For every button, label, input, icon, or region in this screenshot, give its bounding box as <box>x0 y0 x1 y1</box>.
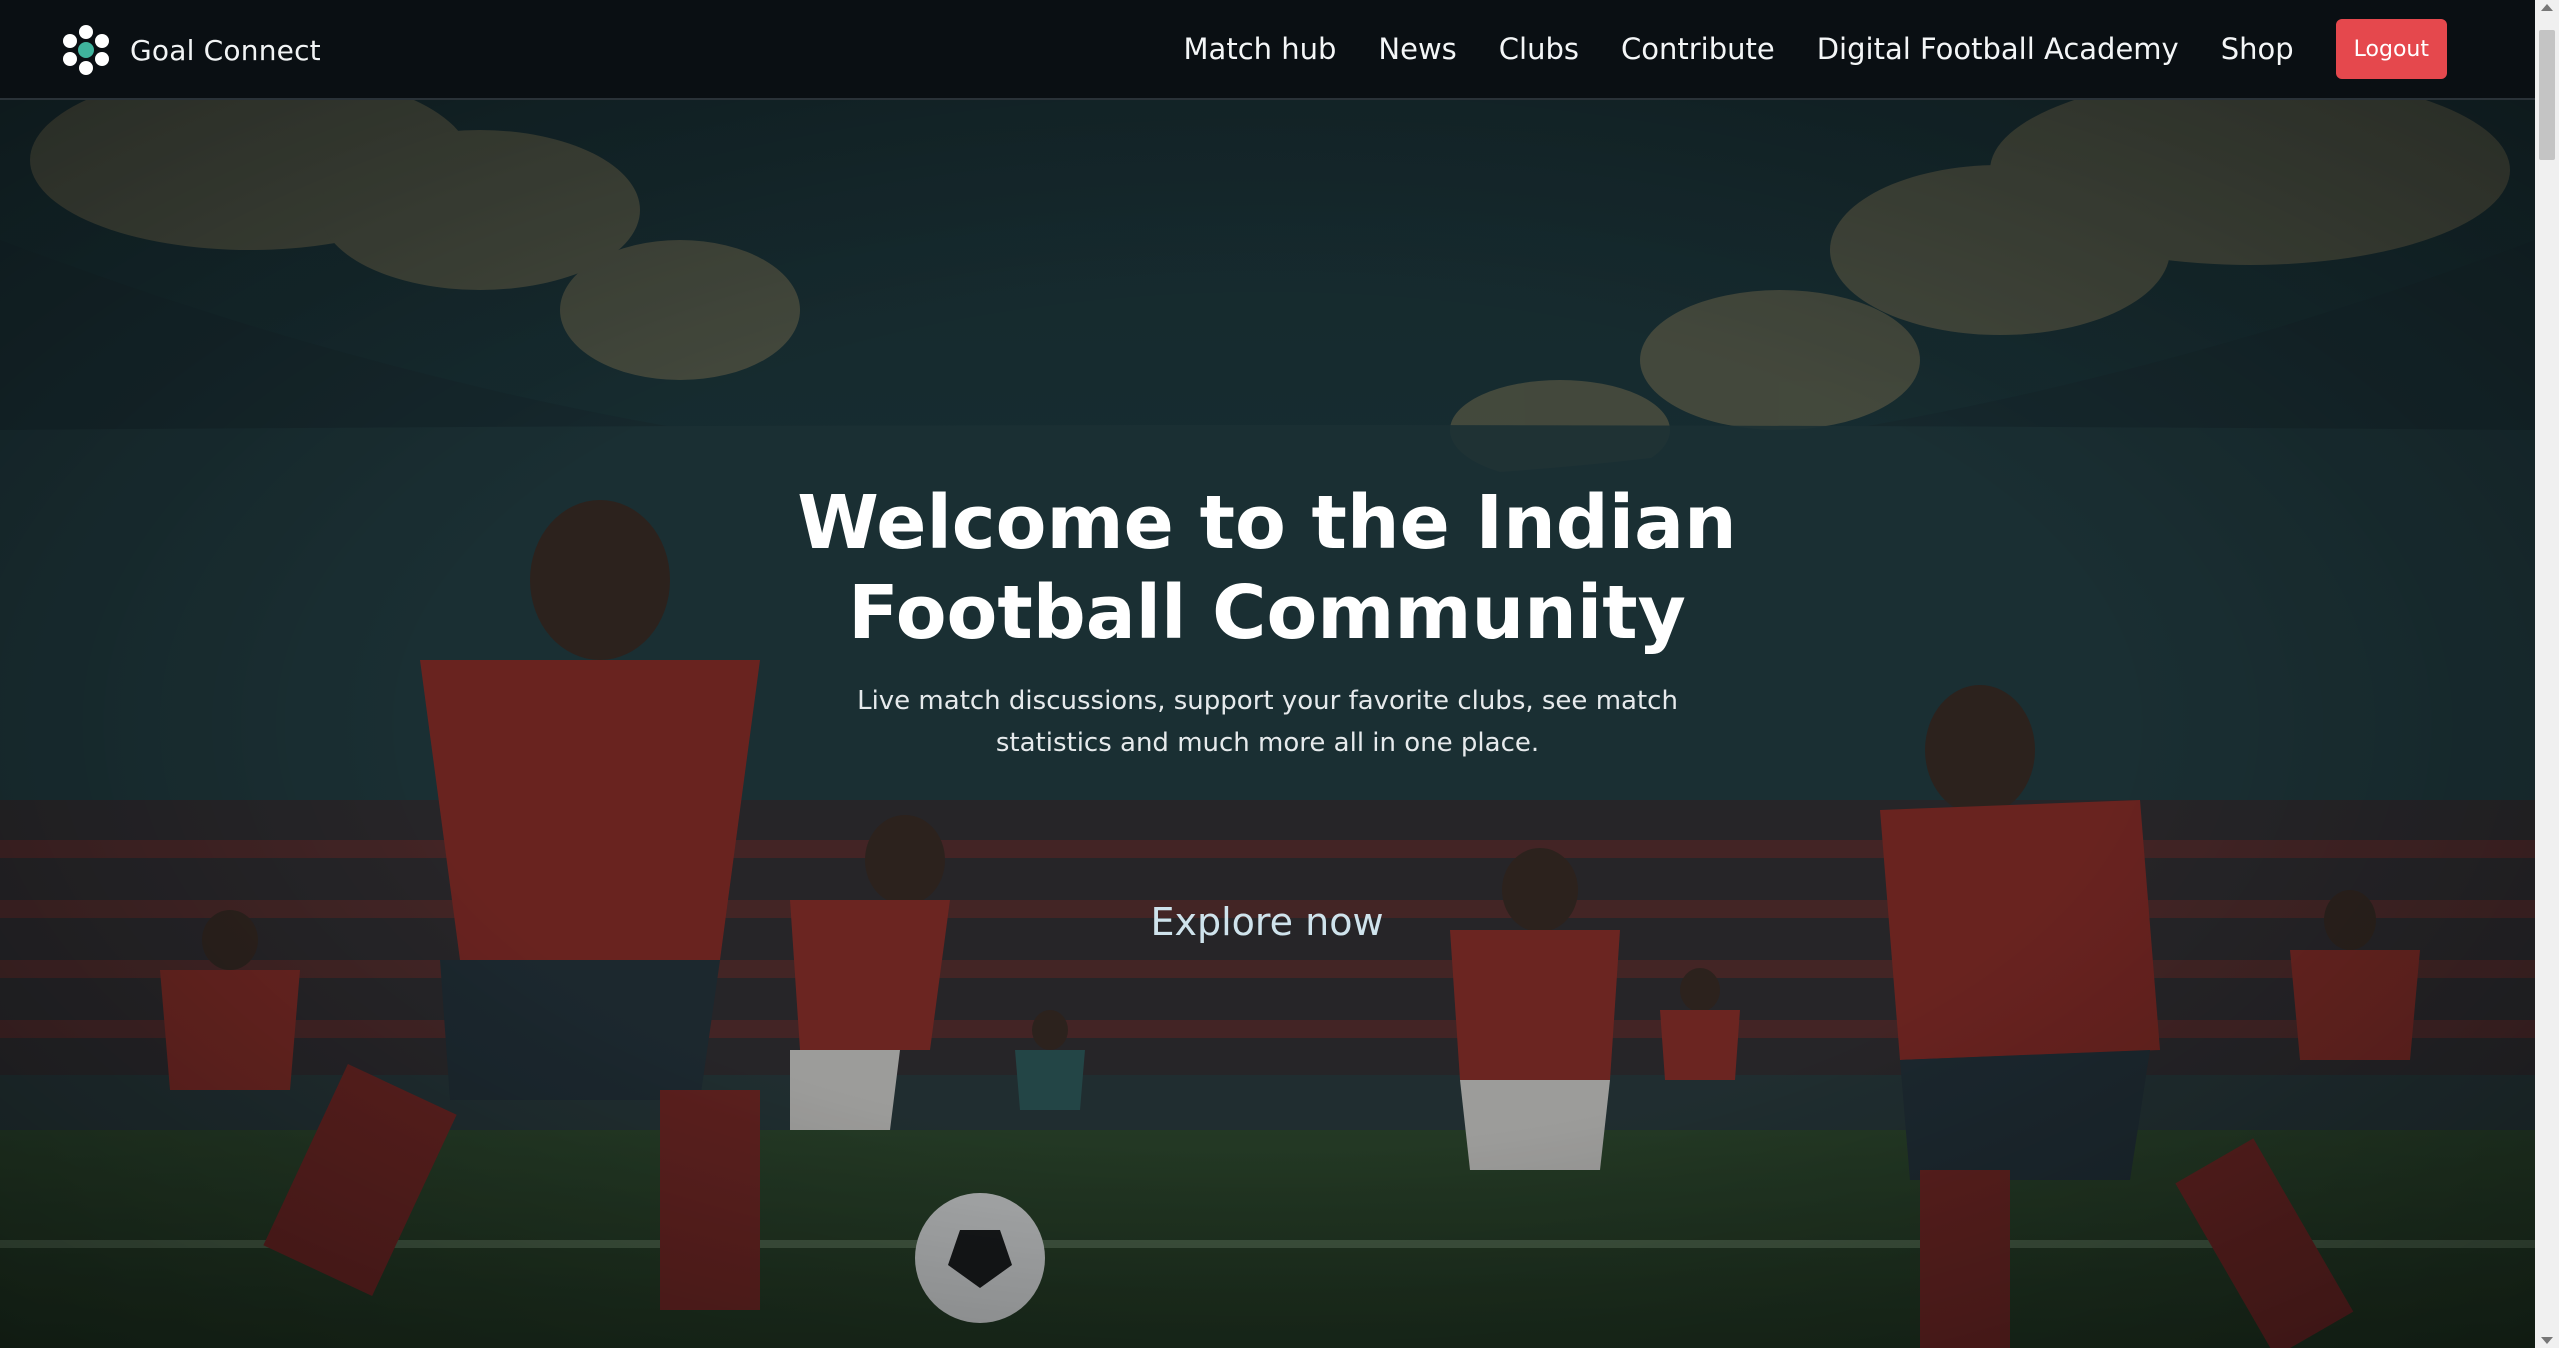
scroll-up-arrow-icon[interactable] <box>2541 4 2553 11</box>
nav-news[interactable]: News <box>1378 32 1456 66</box>
soccer-ball-icon <box>63 25 109 75</box>
scroll-down-arrow-icon[interactable] <box>2541 1337 2553 1344</box>
hero-section: Welcome to the Indian Football Community… <box>0 100 2535 1348</box>
scroll-thumb[interactable] <box>2539 30 2555 160</box>
nav-match-hub[interactable]: Match hub <box>1184 32 1337 66</box>
main-nav: Match hub News Clubs Contribute Digital … <box>1142 18 2447 80</box>
hero-title: Welcome to the Indian Football Community <box>797 480 1737 656</box>
logout-button[interactable]: Logout <box>2335 19 2447 79</box>
hero-content: Welcome to the Indian Football Community… <box>0 100 2535 1348</box>
nav-digital-football-academy[interactable]: Digital Football Academy <box>1817 32 2179 66</box>
nav-shop[interactable]: Shop <box>2221 32 2294 66</box>
brand[interactable]: Goal Connect <box>60 24 321 76</box>
brand-name: Goal Connect <box>130 33 321 67</box>
hero-subtitle: Live match discussions, support your fav… <box>857 686 1678 758</box>
nav-clubs[interactable]: Clubs <box>1499 32 1579 66</box>
top-navbar: Goal Connect Match hub News Clubs Contri… <box>0 0 2535 100</box>
page-scrollbar[interactable] <box>2535 0 2559 1348</box>
explore-now-button[interactable]: Explore now <box>1067 900 1467 944</box>
nav-contribute[interactable]: Contribute <box>1621 32 1775 66</box>
